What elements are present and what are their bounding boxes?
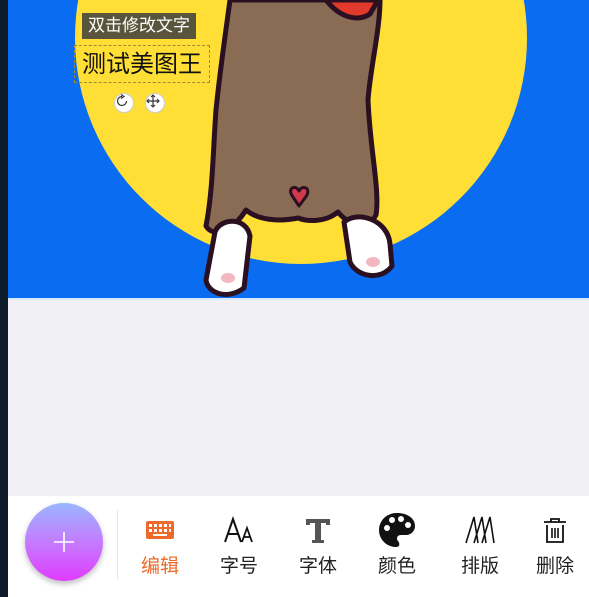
tool-font-size-label: 字号 — [219, 555, 258, 577]
move-icon — [146, 94, 160, 108]
tool-font-size[interactable]: 字号 — [204, 510, 274, 586]
plus-icon — [54, 532, 74, 552]
add-button[interactable] — [25, 503, 103, 581]
tool-color-label: 颜色 — [377, 555, 416, 577]
font-size-icon — [224, 516, 253, 543]
layout-icon — [465, 516, 495, 544]
app-frame: 双击修改文字 测试美图王 编辑 字号 字体 颜色 排版 删除 — [8, 0, 589, 597]
palette-icon — [379, 513, 415, 547]
toolbar-divider — [117, 510, 118, 580]
tool-font-type[interactable]: 字体 — [283, 510, 353, 586]
tool-delete-label: 删除 — [535, 555, 574, 577]
rotate-icon — [116, 94, 128, 107]
edit-hint-label: 双击修改文字 — [82, 13, 196, 39]
text-layer[interactable]: 测试美图王 — [74, 45, 210, 83]
bottom-toolbar: 编辑 字号 字体 颜色 排版 删除 — [8, 496, 589, 597]
image-canvas[interactable]: 双击修改文字 测试美图王 — [8, 0, 589, 298]
move-handle[interactable] — [145, 93, 165, 113]
tool-edit[interactable]: 编辑 — [125, 510, 195, 586]
trash-icon — [544, 518, 566, 543]
rotate-handle[interactable] — [114, 93, 134, 113]
keyboard-icon — [146, 521, 174, 539]
tool-color[interactable]: 颜色 — [362, 510, 432, 586]
tool-delete[interactable]: 删除 — [520, 510, 589, 586]
tool-layout[interactable]: 排版 — [445, 510, 515, 586]
tool-font-type-label: 字体 — [298, 555, 337, 577]
tool-edit-label: 编辑 — [140, 555, 179, 577]
canvas-edge — [8, 298, 589, 300]
font-type-icon — [306, 519, 330, 543]
tool-layout-label: 排版 — [460, 555, 499, 577]
